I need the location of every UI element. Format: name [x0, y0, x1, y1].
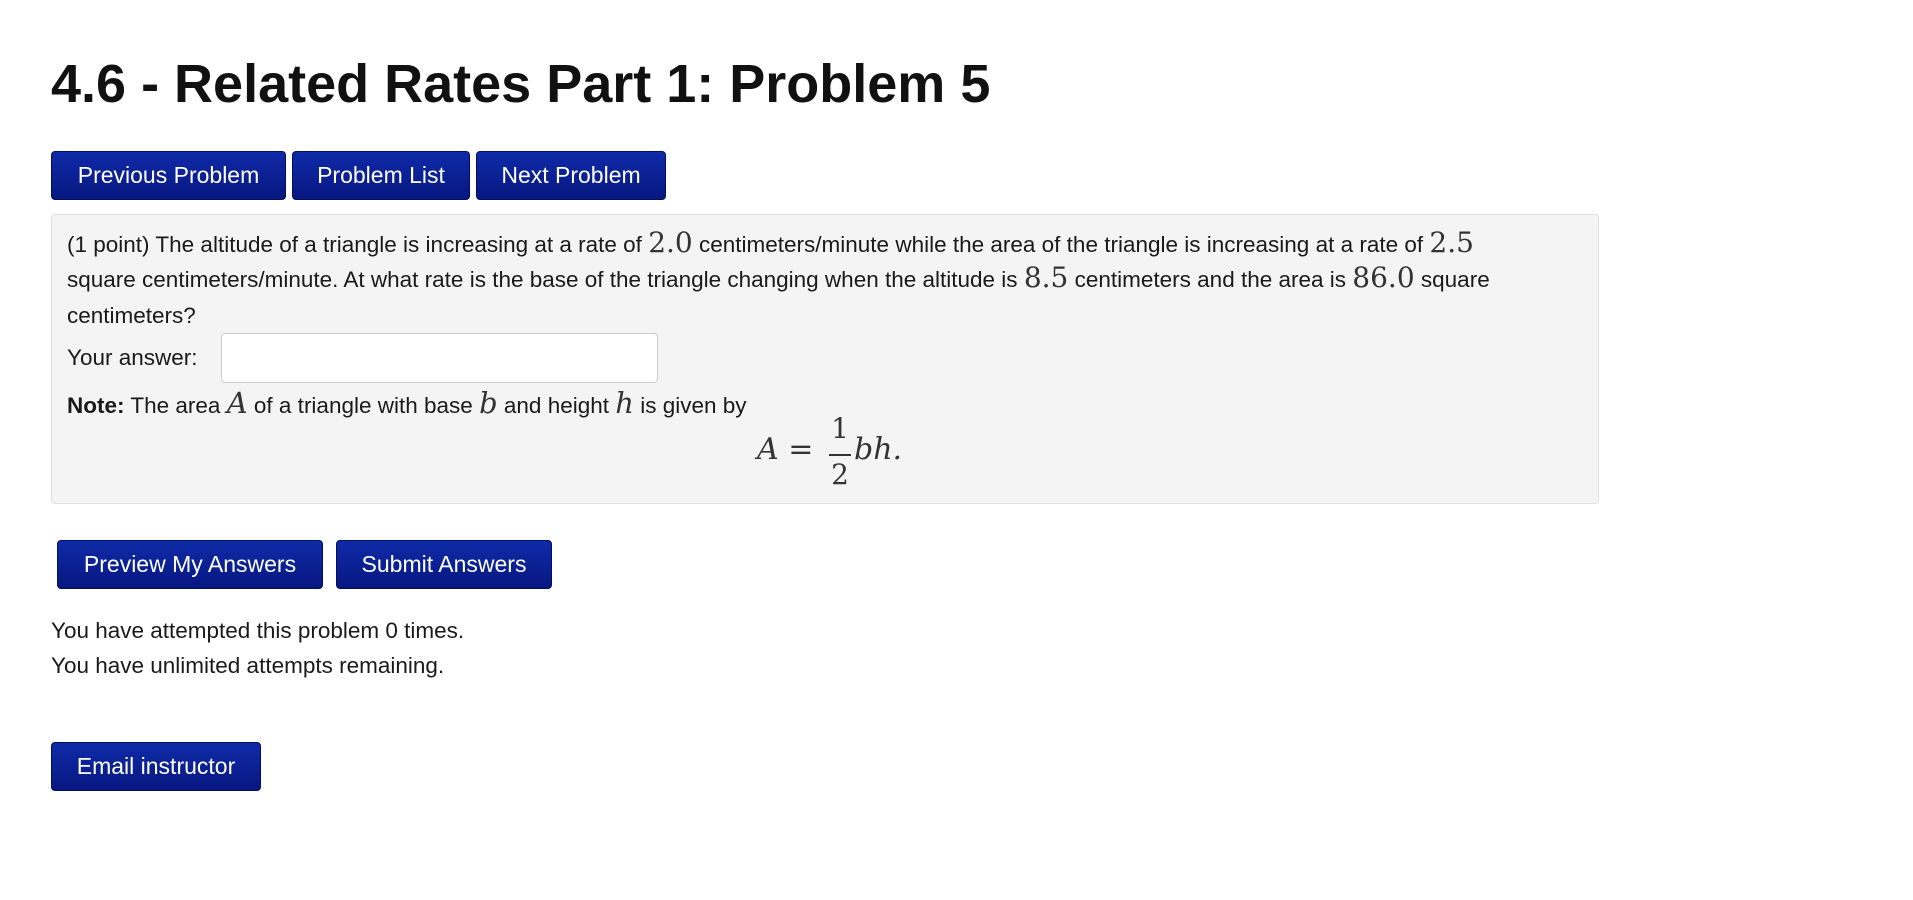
problem-text: square	[1420, 267, 1490, 292]
variable-b: b	[479, 386, 498, 420]
formula-lhs: A =	[757, 432, 814, 467]
attempts-status: You have attempted this problem 0 times.	[51, 618, 465, 643]
area-value: 86.0	[1352, 261, 1415, 294]
email-instructor-button[interactable]: Email instructor	[51, 742, 261, 791]
formula-numerator: 1	[831, 412, 849, 445]
note-text: of a triangle with base	[253, 393, 473, 418]
answer-input[interactable]	[221, 333, 658, 383]
note-text: The area	[130, 393, 221, 418]
problem-line-3: centimeters?	[67, 303, 196, 328]
answer-label: Your answer:	[67, 345, 198, 370]
problem-text: The altitude of a triangle is increasing…	[155, 232, 642, 257]
note-label: Note:	[67, 393, 125, 418]
previous-problem-button[interactable]: Previous Problem	[51, 151, 286, 200]
altitude-rate-value: 2.0	[648, 226, 693, 259]
note-text: and height	[503, 393, 610, 418]
note-text: is given by	[640, 393, 747, 418]
page: 4.6 - Related Rates Part 1: Problem 5 Pr…	[0, 0, 1913, 900]
problem-list-button[interactable]: Problem List	[292, 151, 470, 200]
submit-answers-button[interactable]: Submit Answers	[336, 540, 552, 589]
altitude-value: 8.5	[1023, 261, 1069, 294]
problem-text: centimeters/minute while the area of the…	[699, 232, 1424, 257]
points-label: (1 point)	[67, 232, 150, 257]
next-problem-button[interactable]: Next Problem	[476, 151, 666, 200]
formula-rhs: bh.	[854, 432, 903, 467]
page-title: 4.6 - Related Rates Part 1: Problem 5	[51, 54, 991, 114]
variable-h: h	[615, 386, 634, 420]
note-line: Note: The area A of a triangle with base…	[67, 388, 747, 421]
problem-text: square centimeters/minute. At what rate …	[67, 267, 1018, 292]
problem-line-2: square centimeters/minute. At what rate …	[67, 263, 1490, 295]
problem-line-1: (1 point) The altitude of a triangle is …	[67, 228, 1474, 260]
fraction-bar	[829, 454, 851, 456]
formula-denominator: 2	[831, 458, 849, 491]
remaining-status: You have unlimited attempts remaining.	[51, 653, 445, 678]
problem-text: centimeters and the area is	[1074, 267, 1347, 292]
area-rate-value: 2.5	[1429, 226, 1474, 259]
variable-a: A	[226, 386, 248, 420]
preview-answers-button[interactable]: Preview My Answers	[57, 540, 323, 589]
